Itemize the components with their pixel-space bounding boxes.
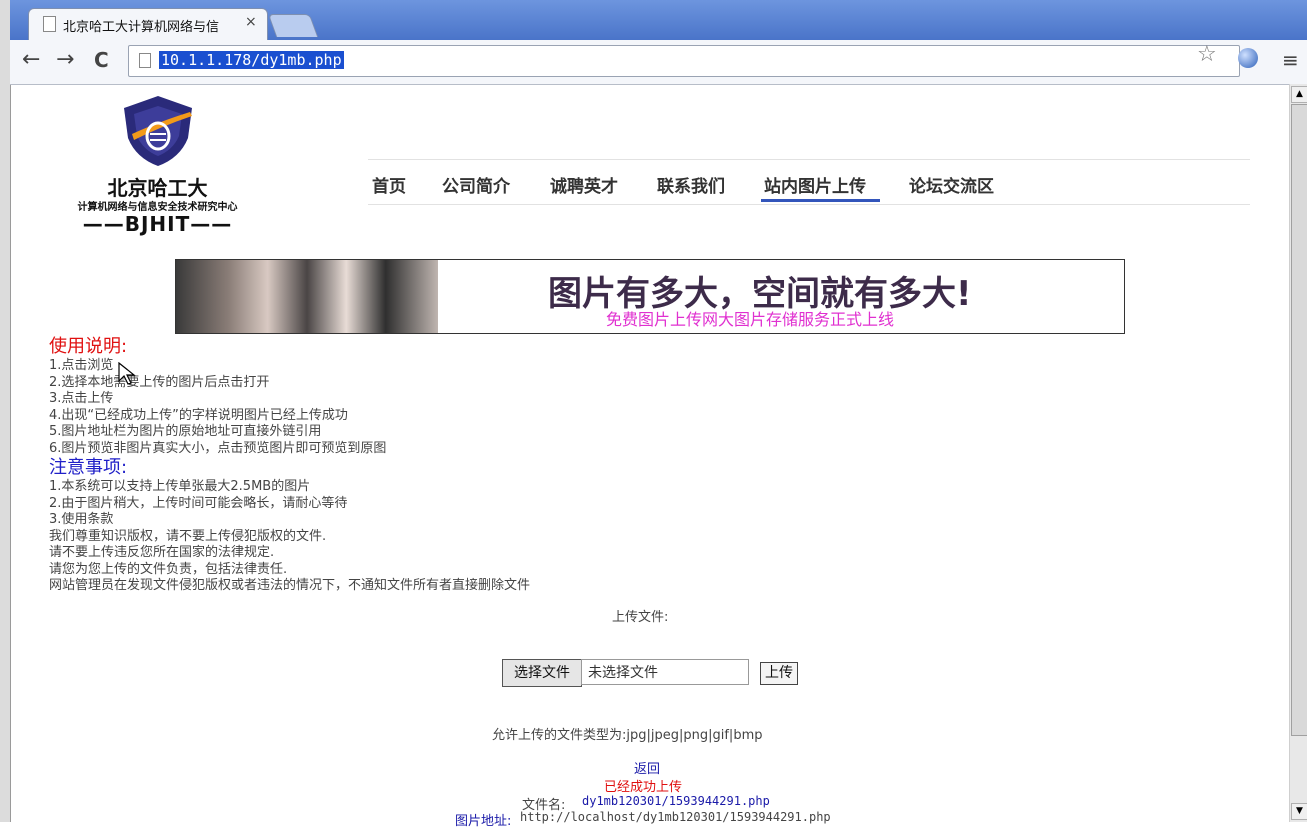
instruction-step: 4.出现“已经成功上传”的字样说明图片已经上传成功 bbox=[49, 407, 348, 423]
nav-item-upload[interactable]: 站内图片上传 bbox=[764, 172, 866, 197]
instruction-step: 3.点击上传 bbox=[49, 391, 114, 406]
vertical-scrollbar[interactable]: ▲ ▼ bbox=[1289, 84, 1307, 822]
page-icon bbox=[139, 53, 151, 68]
browser-titlebar: 北京哈工大计算机网络与信 × bbox=[10, 0, 1307, 41]
instruction-step: 2.选择本地需要上传的图片后点击打开 bbox=[49, 374, 270, 390]
note-item: 2.由于图片稍大，上传时间可能会略长，请耐心等待 bbox=[49, 495, 348, 511]
upload-submit-button[interactable]: 上传 bbox=[760, 662, 798, 685]
browser-toolbar: ← → C 10.1.1.178/dy1mb.php ☆ ≡ bbox=[10, 40, 1307, 85]
bookmark-star-icon[interactable]: ☆ bbox=[1197, 42, 1217, 67]
back-arrow-icon[interactable]: ← bbox=[22, 48, 40, 72]
banner-photo-strip bbox=[176, 260, 438, 333]
browser-tab[interactable]: 北京哈工大计算机网络与信 × bbox=[28, 8, 268, 41]
url-text[interactable]: 10.1.1.178/dy1mb.php bbox=[159, 51, 344, 69]
image-address-label: 图片地址: bbox=[455, 814, 512, 829]
mouse-cursor-icon bbox=[118, 362, 136, 385]
instructions-panel: 使用说明: 1.点击浏览 2.选择本地需要上传的图片后点击打开 3.点击上传 4… bbox=[49, 336, 689, 595]
logo-subtitle: 计算机网络与信息安全技术研究中心 bbox=[77, 202, 238, 213]
note-item: 1.本系统可以支持上传单张最大2.5MB的图片 bbox=[49, 479, 311, 494]
page-icon bbox=[43, 16, 56, 32]
nav-active-indicator bbox=[761, 199, 880, 202]
logo-name: 北京哈工大 bbox=[107, 176, 208, 200]
note-item: 网站管理员在发现文件侵犯版权或者违法的情况下，不通知文件所有者直接删除文件 bbox=[49, 578, 531, 593]
note-item: 请您为您上传的文件负责，包括法律责任. bbox=[49, 561, 288, 577]
scroll-up-arrow-icon[interactable]: ▲ bbox=[1291, 86, 1307, 103]
note-item: 我们尊重知识版权，请不要上传侵犯版权的文件. bbox=[49, 528, 327, 544]
note-item: 3.使用条款 bbox=[49, 512, 114, 527]
instructions-heading: 使用说明: bbox=[49, 336, 128, 357]
choose-file-button[interactable]: 选择文件 bbox=[502, 659, 582, 687]
globe-icon[interactable] bbox=[1238, 48, 1258, 68]
notes-heading: 注意事项: bbox=[49, 457, 128, 478]
tab-title: 北京哈工大计算机网络与信 bbox=[63, 20, 220, 35]
file-input-status[interactable]: 未选择文件 bbox=[581, 659, 749, 685]
nav-item-jobs[interactable]: 诚聘英才 bbox=[550, 172, 618, 197]
address-bar[interactable]: 10.1.1.178/dy1mb.php bbox=[128, 45, 1240, 77]
note-item: 请不要上传违反您所在国家的法律规定. bbox=[49, 545, 275, 560]
logo-english: ——BJHIT—— bbox=[82, 212, 233, 236]
instruction-step: 6.图片预览非图片真实大小，点击预览图片即可预览到原图 bbox=[49, 440, 387, 456]
instruction-step: 1.点击浏览 bbox=[49, 358, 114, 373]
instruction-step: 5.图片地址栏为图片的原始地址可直接外链引用 bbox=[49, 424, 322, 439]
filename-value: dy1mb120301/1593944291.php bbox=[582, 794, 770, 808]
nav-item-about[interactable]: 公司简介 bbox=[442, 172, 510, 197]
nav-item-contact[interactable]: 联系我们 bbox=[657, 172, 725, 197]
banner-subline: 免费图片上传网大图片存储服务正式上线 bbox=[606, 310, 895, 329]
scroll-thumb[interactable] bbox=[1291, 104, 1307, 736]
menu-icon[interactable]: ≡ bbox=[1282, 48, 1299, 72]
main-nav: 首页 公司简介 诚聘英才 联系我们 站内图片上传 论坛交流区 bbox=[368, 159, 1250, 205]
back-link[interactable]: 返回 bbox=[634, 758, 660, 777]
scroll-down-arrow-icon[interactable]: ▼ bbox=[1291, 803, 1307, 820]
allowed-types-text: 允许上传的文件类型为:jpg|jpeg|png|gif|bmp bbox=[492, 728, 763, 743]
nav-item-forum[interactable]: 论坛交流区 bbox=[909, 172, 994, 197]
desktop-edge bbox=[0, 0, 11, 822]
upload-label: 上传文件: bbox=[612, 610, 669, 625]
nav-item-home[interactable]: 首页 bbox=[372, 172, 406, 197]
promo-banner[interactable]: 图片有多大，空间就有多大! 免费图片上传网大图片存储服务正式上线 bbox=[175, 259, 1125, 334]
close-tab-icon[interactable]: × bbox=[245, 14, 257, 30]
forward-arrow-icon[interactable]: → bbox=[56, 48, 74, 72]
new-tab-button[interactable] bbox=[267, 14, 319, 37]
site-logo[interactable]: 北京哈工大 计算机网络与信息安全技术研究中心 ——BJHIT—— bbox=[55, 94, 260, 244]
success-message: 已经成功上传 bbox=[604, 780, 683, 795]
reload-icon[interactable]: C bbox=[94, 48, 109, 72]
shield-logo-icon bbox=[124, 96, 192, 166]
